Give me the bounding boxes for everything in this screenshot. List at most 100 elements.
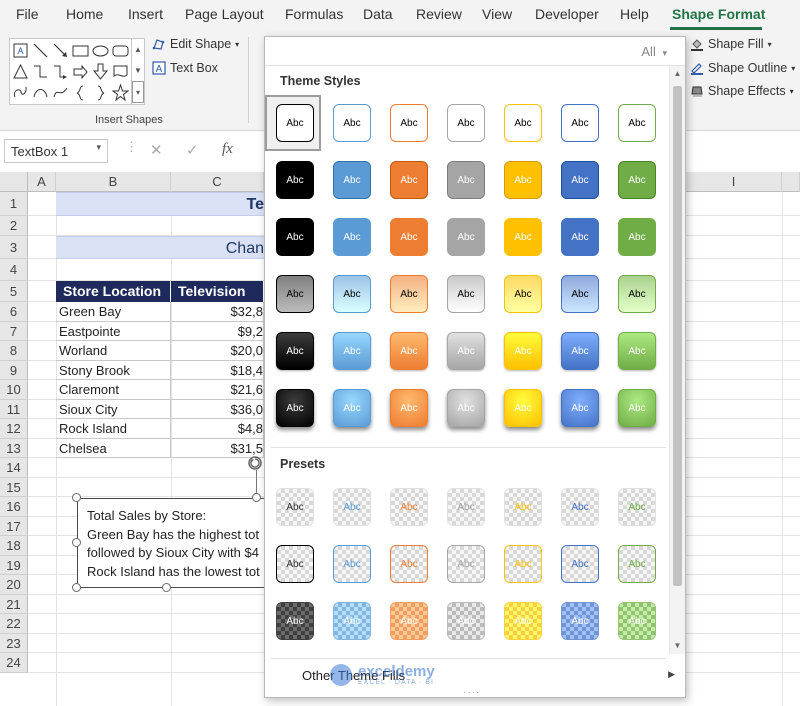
theme-style-tile[interactable]: Abc [276,389,314,427]
preset-style-tile[interactable]: Abc [276,545,314,583]
theme-style-tile[interactable]: Abc [390,161,428,199]
insert-shapes-gallery[interactable]: ▲ ▼ ▾ A [9,38,145,105]
filter-dropdown[interactable]: All ▾ [641,44,667,59]
row-header-22[interactable]: 22 [0,614,28,634]
preset-style-tile[interactable]: Abc [561,488,599,526]
theme-style-tile[interactable]: Abc [504,161,542,199]
row-header-1[interactable]: 1 [0,192,28,216]
tab-formulas[interactable]: Formulas [285,6,343,22]
preset-style-tile[interactable]: Abc [561,545,599,583]
row-header-6[interactable]: 6 [0,302,28,322]
row-header-21[interactable]: 21 [0,595,28,614]
sheet-subtitle-cell[interactable]: Chan [56,236,264,259]
preset-style-tile[interactable]: Abc [276,602,314,640]
theme-style-tile[interactable]: Abc [618,275,656,313]
theme-style-tile[interactable]: Abc [618,161,656,199]
row-header-9[interactable]: 9 [0,361,28,380]
store-cell[interactable]: Claremont [56,380,171,400]
preset-style-tile[interactable]: Abc [504,545,542,583]
tab-review[interactable]: Review [416,6,462,22]
resize-handle[interactable] [72,493,81,502]
preset-style-tile[interactable]: Abc [447,488,485,526]
shape-gallery-scroll[interactable]: ▲ ▼ ▾ [131,39,144,104]
arc-shape-icon[interactable] [32,83,49,102]
preset-style-tile[interactable]: Abc [561,602,599,640]
theme-style-tile[interactable]: Abc [561,104,599,142]
preset-style-tile[interactable]: Abc [618,488,656,526]
preset-style-tile[interactable]: Abc [333,545,371,583]
tab-view[interactable]: View [482,6,512,22]
rotate-handle-icon[interactable] [247,455,263,471]
curve-shape-icon[interactable] [52,83,69,102]
gallery-scrollbar[interactable]: ▲ ▼ [669,66,685,654]
flowchart-shape-icon[interactable] [112,62,129,81]
theme-style-tile[interactable]: Abc [618,218,656,256]
gallery-more-icon[interactable]: ▾ [132,81,144,103]
theme-style-tile[interactable]: Abc [504,332,542,370]
television-cell[interactable]: $9,2 [171,321,264,341]
tab-help[interactable]: Help [620,6,649,22]
preset-style-tile[interactable]: Abc [333,488,371,526]
shape-fill-button[interactable]: Shape Fill ▾ [690,37,772,51]
tab-page-layout[interactable]: Page Layout [185,6,264,22]
theme-style-tile[interactable]: Abc [390,275,428,313]
name-box[interactable]: TextBox 1 ▾ [4,139,108,163]
theme-style-tile[interactable]: Abc [504,389,542,427]
edit-shape-button[interactable]: Edit Shape ▾ [152,37,239,51]
text-box-button[interactable]: A Text Box [152,61,218,75]
theme-style-tile[interactable]: Abc [618,104,656,142]
preset-style-tile[interactable]: Abc [504,602,542,640]
row-header-15[interactable]: 15 [0,478,28,497]
theme-style-tile[interactable]: Abc [333,275,371,313]
television-cell[interactable]: $18,4 [171,360,264,380]
brace-close-icon[interactable] [92,83,109,102]
row-header-3[interactable]: 3 [0,236,28,259]
resize-handle[interactable] [252,493,261,502]
column-header-j[interactable] [782,172,800,192]
row-header-2[interactable]: 2 [0,216,28,236]
corner-select-all[interactable] [0,172,28,192]
selected-text-box[interactable]: Total Sales by Store: Green Bay has the … [77,498,267,588]
row-header-5[interactable]: 5 [0,281,28,302]
tab-home[interactable]: Home [66,6,103,22]
theme-style-tile[interactable]: Abc [333,218,371,256]
preset-style-tile[interactable]: Abc [504,488,542,526]
preset-style-tile[interactable]: Abc [333,602,371,640]
sheet-title-cell[interactable]: Te [56,192,264,216]
store-cell[interactable]: Eastpointe [56,321,171,341]
rectangle-shape-icon[interactable] [72,41,89,60]
enter-icon[interactable]: ✓ [186,141,199,159]
store-cell[interactable]: Sioux City [56,399,171,419]
theme-style-tile[interactable]: Abc [447,161,485,199]
scrollbar-thumb[interactable] [673,86,682,586]
star-shape-icon[interactable] [111,83,130,102]
row-header-12[interactable]: 12 [0,419,28,439]
resize-handle[interactable] [72,538,81,547]
television-cell[interactable]: $21,6 [171,380,264,400]
theme-style-tile[interactable]: Abc [276,161,314,199]
theme-style-tile[interactable]: Abc [390,104,428,142]
theme-style-tile[interactable]: Abc [276,275,314,313]
row-header-23[interactable]: 23 [0,634,28,653]
oval-shape-icon[interactable] [92,41,109,60]
row-header-13[interactable]: 13 [0,439,28,458]
store-cell[interactable]: Green Bay [56,302,171,322]
freeform-shape-icon[interactable] [12,83,29,102]
column-header-b[interactable]: B [56,172,171,192]
television-cell[interactable]: $4,8 [171,419,264,439]
right-arrow-shape-icon[interactable] [72,62,89,81]
theme-style-tile[interactable]: Abc [390,389,428,427]
row-header-24[interactable]: 24 [0,653,28,673]
line-shape-icon[interactable] [32,41,49,60]
text-box-shape-icon[interactable]: A [12,41,29,60]
theme-style-tile[interactable]: Abc [561,389,599,427]
theme-style-tile[interactable]: Abc [504,275,542,313]
television-cell[interactable]: $36,0 [171,399,264,419]
shape-effects-button[interactable]: Shape Effects ▾ [690,84,794,98]
tab-insert[interactable]: Insert [128,6,163,22]
theme-style-tile[interactable]: Abc [447,332,485,370]
tab-developer[interactable]: Developer [535,6,599,22]
resize-handle[interactable] [72,583,81,592]
gallery-up-icon[interactable]: ▲ [132,39,144,60]
tab-data[interactable]: Data [363,6,393,22]
